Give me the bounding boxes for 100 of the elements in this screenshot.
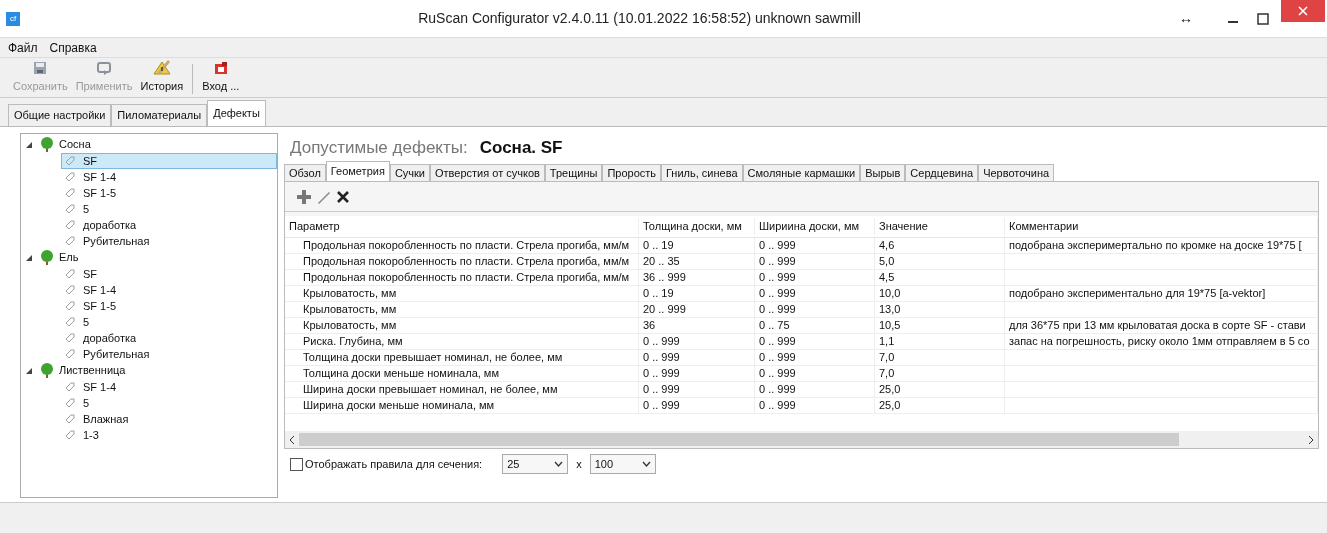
table-cell-text: 0 .. 999 (759, 334, 796, 350)
table-cell-text: Толщина доски меньше номинала, мм (303, 366, 499, 382)
table-cell-text: подобрано экспериментально для 19*75 [a-vektor] (1009, 286, 1266, 302)
toolbar-button[interactable]: Вход ... (201, 60, 241, 94)
delete-icon[interactable] (337, 190, 349, 203)
checkbox[interactable] (290, 457, 303, 471)
checkbox-label: Отображать правила для сечения: (305, 456, 483, 472)
table-cell-text: 13,0 (879, 302, 901, 318)
tree-item[interactable]: Рубительная (61, 346, 277, 362)
table-cell-text: для 36*75 при 13 мм крыловатая доска в сорте SF - стави (1009, 318, 1306, 334)
edit-icon[interactable] (317, 189, 331, 204)
table-cell-text: 20 .. 999 (643, 302, 686, 318)
window-title: RuScan Configurator v2.4.0.11 (10.01.2022 16:58:52) unknown sawmill (417, 9, 862, 28)
tab[interactable]: Гниль, синева (661, 164, 743, 181)
tree-item[interactable]: доработка (61, 217, 277, 233)
close-icon (1298, 6, 1308, 16)
tab[interactable]: Отверстия от сучков (430, 164, 545, 181)
tree-icon (39, 137, 55, 152)
tree-item[interactable]: доработка (61, 330, 277, 346)
table-cell-text: Ширина доски превышает номинал, не более, мм (303, 382, 558, 398)
toolbar-button[interactable]: История (139, 58, 185, 94)
table-cell-text: 4,5 (879, 270, 895, 286)
table-cell-text: 0 .. 999 (759, 238, 796, 254)
width-dropdown[interactable]: 25 (502, 454, 569, 474)
tree-item[interactable]: Рубительная (61, 233, 277, 249)
tab[interactable]: Общие настройки (8, 104, 112, 126)
expand-arrow-icon[interactable] (25, 253, 33, 262)
times-sign: x (576, 456, 582, 472)
column-header[interactable]: Комментарии (1005, 218, 1318, 235)
tree-item[interactable]: 5 (61, 314, 277, 330)
table-cell-text: 0 .. 999 (759, 382, 796, 398)
tab[interactable]: Трещины (544, 164, 603, 181)
table-cell-text: Крыловатость, мм (303, 286, 397, 302)
table-cell-text: Толщина доски превышает номинал, не более, мм (303, 350, 563, 366)
chevron-down-icon (554, 461, 564, 467)
table-cell-text: 0 .. 999 (759, 302, 796, 318)
table-cell-text: 25,0 (879, 398, 901, 414)
table-cell-text: 0 .. 19 (643, 238, 674, 254)
login-icon (213, 60, 228, 75)
table-cell-text: 36 .. 999 (643, 270, 686, 286)
table-cell-text: 20 .. 35 (643, 254, 680, 270)
column-header[interactable]: Параметр (285, 218, 639, 235)
table-cell-text: 25,0 (879, 382, 901, 398)
tree-item[interactable]: 1-3 (61, 427, 277, 443)
tree-item[interactable]: 5 (61, 201, 277, 217)
table-cell-text: 0 .. 999 (643, 382, 680, 398)
length-dropdown[interactable]: 100 (589, 454, 656, 474)
tree-node-label[interactable]: Ель (59, 249, 79, 266)
tree-item[interactable]: SF 1-5 (61, 185, 277, 201)
expand-arrow-icon[interactable] (25, 366, 33, 375)
table-cell-text: 0 .. 999 (759, 398, 796, 414)
table-cell-text: Продольная покоробленность по пласти. Стрела прогиба, мм/м (303, 238, 630, 254)
tree-item[interactable]: SF 1-4 (61, 379, 277, 395)
menu-item[interactable]: Файл (8, 38, 38, 57)
maximize-icon[interactable] (1257, 12, 1269, 25)
tree-item[interactable]: SF 1-5 (61, 298, 277, 314)
table-cell-text: 4,6 (879, 238, 895, 254)
table-cell-text: Риска. Глубина, мм (303, 334, 403, 350)
tab[interactable]: Червоточина (978, 164, 1055, 181)
horizontal-scrollbar[interactable] (285, 431, 1318, 448)
tab[interactable]: Вырыв (860, 164, 906, 181)
tree-item[interactable]: Влажная (61, 411, 277, 427)
table-cell-text: 0 .. 19 (643, 286, 674, 302)
resize-icon[interactable]: ↔ (1179, 8, 1193, 29)
tree-item[interactable]: SF 1-4 (61, 282, 277, 298)
column-header[interactable]: Шириина доски, мм (755, 218, 875, 235)
tab[interactable]: Прорость (602, 164, 662, 181)
tree-node-label[interactable]: Сосна (59, 136, 91, 153)
table-cell-text: 0 .. 75 (759, 318, 790, 334)
table-cell-text: 5,0 (879, 254, 895, 270)
table-cell-text: 0 .. 999 (759, 270, 796, 286)
table-cell-text: 0 .. 999 (759, 350, 796, 366)
tab[interactable]: Смоляные кармашки (742, 164, 861, 181)
table-cell-text: запас на погрешность, риску около 1мм отправляем в 5 со (1009, 334, 1310, 350)
tab[interactable]: Сучки (389, 164, 430, 181)
table-cell-text: 0 .. 999 (643, 334, 680, 350)
tree-node-label[interactable]: Лиственница (59, 362, 126, 379)
add-icon[interactable] (297, 189, 311, 204)
tab[interactable]: Сердцевина (905, 164, 979, 181)
expand-arrow-icon[interactable] (25, 140, 33, 149)
column-header[interactable]: Толщина доски, мм (639, 218, 755, 235)
table-cell-text: 0 .. 999 (759, 366, 796, 382)
tab[interactable]: Дефекты (207, 100, 266, 126)
tree-item[interactable]: 5 (61, 395, 277, 411)
app-icon: cf (6, 11, 20, 26)
tab[interactable]: Геометрия (325, 161, 390, 181)
tree-item[interactable]: SF (61, 266, 277, 282)
tab[interactable]: Обзол (284, 164, 326, 181)
table-cell-text: 1,1 (879, 334, 895, 350)
column-header[interactable]: Значение (875, 218, 1005, 235)
table-cell-text: Продольная покоробленность по пласти. Стрела прогиба, мм/м (303, 270, 630, 286)
table-cell-text: 36 (643, 318, 656, 334)
tree-icon (39, 363, 55, 378)
table-cell-text: 10,5 (879, 318, 901, 334)
tree-item[interactable]: SF (61, 153, 277, 169)
tree-item[interactable]: SF 1-4 (61, 169, 277, 185)
menu-item[interactable]: Справка (49, 38, 97, 57)
tab[interactable]: Пиломатериалы (111, 104, 208, 126)
table-cell-text: Крыловатость, мм (303, 318, 397, 334)
table-cell-text: Ширина доски меньше номинала, мм (303, 398, 495, 414)
